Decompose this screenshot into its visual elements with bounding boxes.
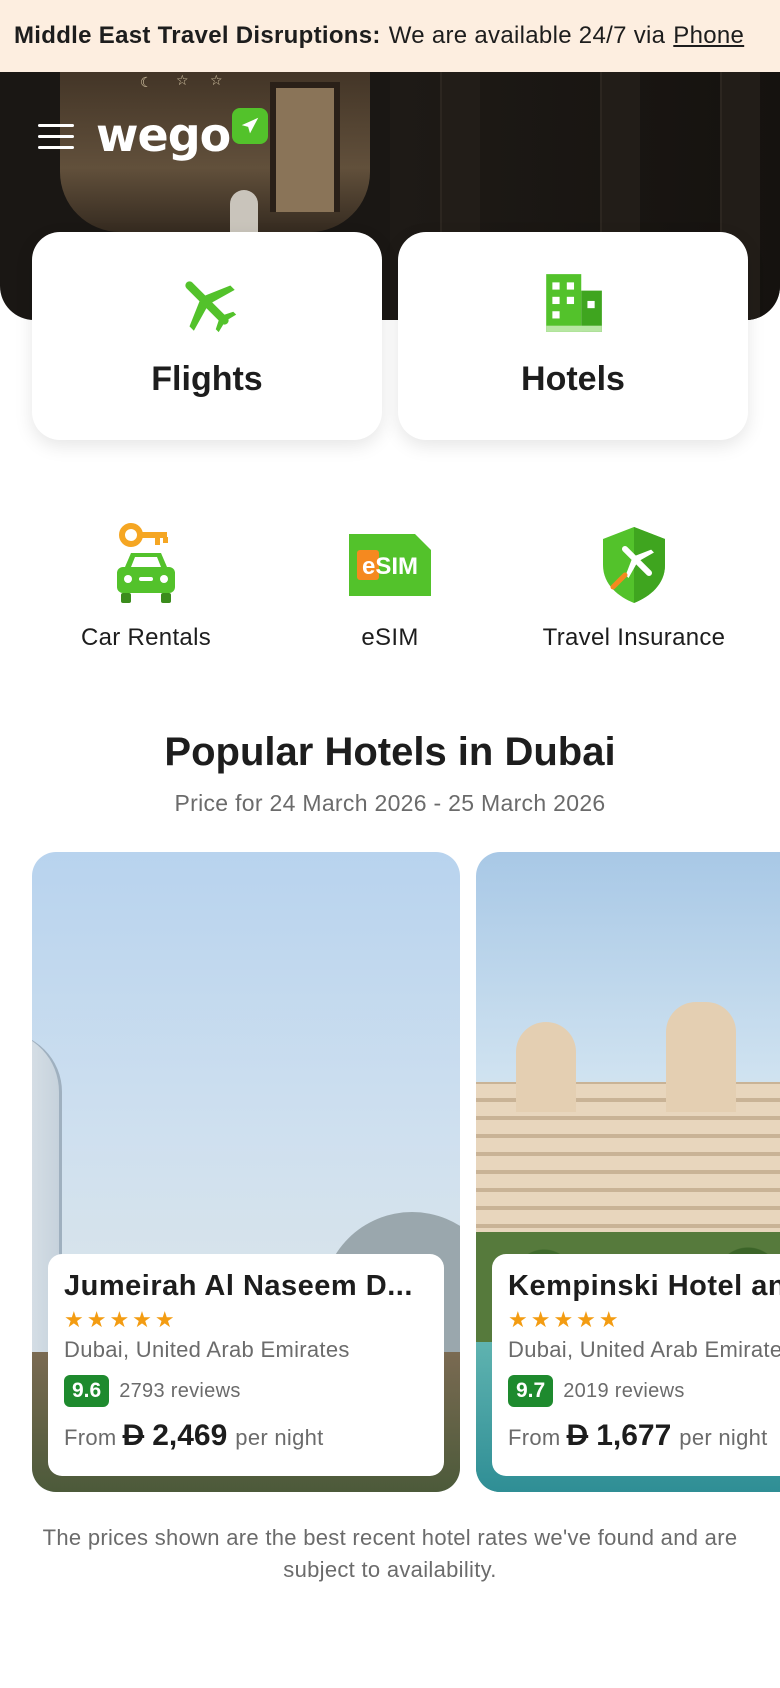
price-per-label: per night <box>235 1425 324 1450</box>
banner-phone-link[interactable]: Phone <box>673 22 744 50</box>
hotel-location: Dubai, United Arab Emirates <box>508 1337 780 1362</box>
hotels-label: Hotels <box>521 360 625 398</box>
hotel-name: Jumeirah Al Naseem D... <box>64 1270 413 1302</box>
hotel-price: 2,469 <box>152 1419 228 1452</box>
price-per-label: per night <box>679 1425 768 1450</box>
hotel-reviews: 2019 reviews <box>563 1379 685 1402</box>
price-disclaimer: The prices shown are the best recent hot… <box>42 1525 738 1582</box>
car-rentals-item[interactable]: Car Rentals <box>26 520 266 652</box>
hotel-stars: ★★★★★ <box>508 1307 622 1332</box>
esim-icon: eSIM <box>349 520 431 610</box>
disruption-banner: Middle East Travel Disruptions: We are a… <box>0 0 780 72</box>
hotel-location: Dubai, United Arab Emirates <box>64 1337 350 1362</box>
hotel-name: Kempinski Hotel and <box>508 1270 780 1302</box>
hotel-stars: ★★★★★ <box>64 1307 178 1332</box>
logo-text: wego <box>96 108 231 162</box>
banner-title: Middle East Travel Disruptions: <box>14 22 381 49</box>
hotel-card[interactable]: Kempinski Hotel and ★★★★★ Dubai, United … <box>476 852 780 1492</box>
car-rentals-label: Car Rentals <box>80 624 211 651</box>
popular-hotels-title: Popular Hotels in Dubai <box>164 730 616 774</box>
flights-label: Flights <box>151 360 263 398</box>
building-icon <box>540 270 606 336</box>
price-from-label: From <box>64 1425 117 1450</box>
svg-text:eSIM: eSIM <box>362 553 418 580</box>
hotel-info: Jumeirah Al Naseem D... ★★★★★ Dubai, Uni… <box>48 1254 444 1476</box>
hotel-score-badge: 9.6 <box>64 1375 110 1407</box>
travel-insurance-label: Travel Insurance <box>542 624 726 651</box>
shield-plane-icon <box>599 520 669 610</box>
hotel-score-badge: 9.7 <box>508 1375 554 1407</box>
hotel-info: Kempinski Hotel and ★★★★★ Dubai, United … <box>492 1254 780 1476</box>
hotels-card[interactable]: Hotels <box>398 232 748 440</box>
wego-logo[interactable]: wego <box>96 104 269 166</box>
hotel-price: 1,677 <box>596 1419 672 1452</box>
dirham-icon: D <box>566 1419 589 1452</box>
hotel-card[interactable]: Jumeirah Al Naseem D... ★★★★★ Dubai, Uni… <box>32 852 460 1492</box>
popular-hotels-dates: Price for 24 March 2026 - 25 March 2026 <box>174 790 606 816</box>
menu-icon[interactable] <box>38 124 74 150</box>
esim-item[interactable]: eSIM eSIM <box>270 520 510 652</box>
travel-insurance-item[interactable]: Travel Insurance <box>514 520 754 652</box>
car-key-icon <box>111 520 181 610</box>
price-from-label: From <box>508 1425 561 1450</box>
dirham-icon: D <box>122 1419 145 1452</box>
esim-label: eSIM <box>361 624 419 651</box>
hotel-reviews: 2793 reviews <box>119 1379 241 1402</box>
plane-icon <box>174 270 240 336</box>
flights-card[interactable]: Flights <box>32 232 382 440</box>
banner-text: We are available 24/7 via <box>388 22 666 49</box>
logo-plane-icon <box>232 108 269 144</box>
